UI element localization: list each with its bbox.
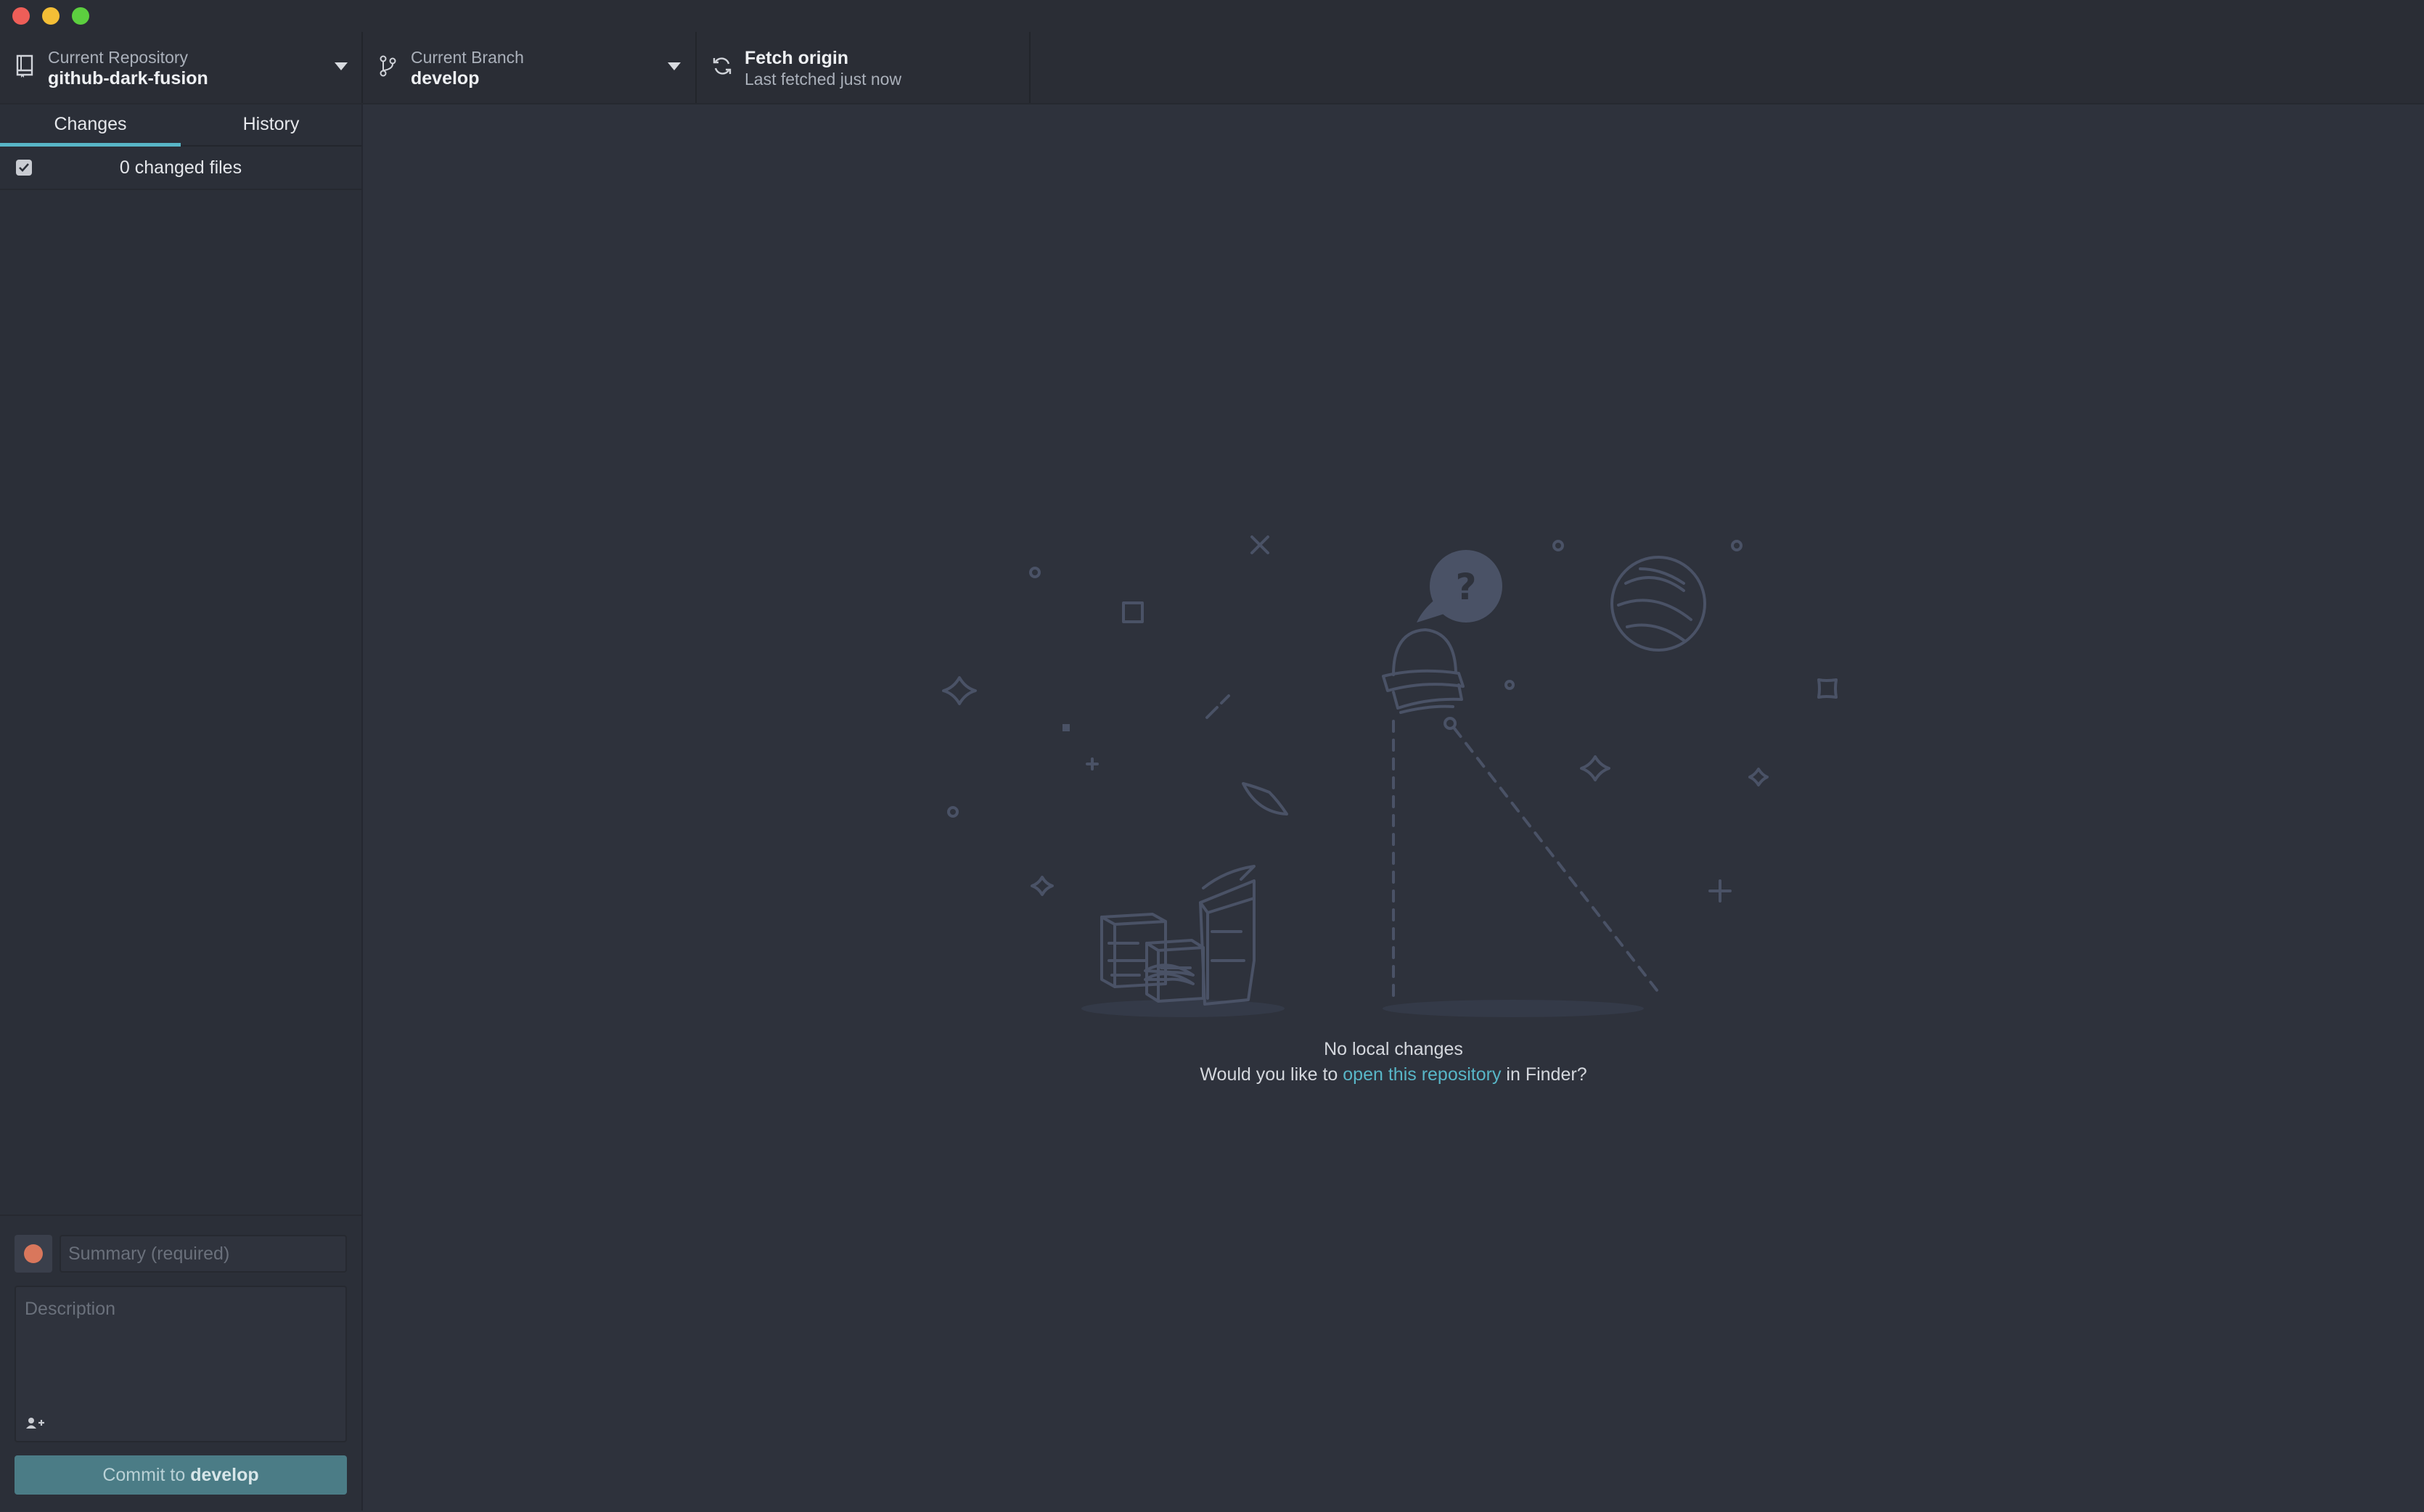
fetch-label: Fetch origin (745, 48, 849, 68)
maximize-window-button[interactable] (72, 7, 89, 25)
blank-state-title: No local changes (1324, 1039, 1463, 1059)
tab-history[interactable]: History (181, 104, 361, 145)
summary-input[interactable] (60, 1235, 347, 1273)
chevron-down-icon (668, 62, 681, 70)
minimize-window-button[interactable] (42, 7, 60, 25)
open-repository-link[interactable]: open this repository (1343, 1064, 1501, 1085)
commit-button[interactable]: Commit to develop (15, 1455, 347, 1495)
commit-form: Commit to develop (0, 1215, 361, 1512)
branch-label: Current Branch (411, 48, 524, 67)
sync-icon (713, 57, 732, 75)
blank-state-prompt: Would you like to open this repository i… (363, 1064, 2424, 1085)
commit-button-prefix: Commit to (102, 1465, 186, 1485)
changes-header: 0 changed files (0, 147, 361, 190)
blank-prompt-prefix: Would you like to (1200, 1064, 1338, 1085)
main-content: ? No local changes Would you like to ope… (363, 104, 2424, 1511)
repository-selector[interactable]: Current Repository github-dark-fusion (0, 32, 363, 103)
avatar-image (24, 1244, 43, 1263)
repository-name: github-dark-fusion (48, 68, 208, 89)
add-coauthor-icon[interactable] (25, 1416, 45, 1431)
changed-files-count: 0 changed files (119, 157, 242, 178)
description-field (15, 1286, 347, 1442)
branch-name: develop (411, 68, 480, 89)
commit-button-branch: develop (190, 1465, 259, 1485)
description-input[interactable] (16, 1287, 345, 1403)
svg-text:?: ? (1455, 566, 1476, 608)
fetch-origin-button[interactable]: Fetch origin Last fetched just now (697, 32, 1031, 103)
app-window: Current Repository github-dark-fusion Cu… (0, 0, 2424, 1511)
chevron-down-icon (335, 62, 348, 70)
repo-icon (16, 54, 33, 78)
fetch-status: Last fetched just now (745, 70, 902, 89)
tab-changes[interactable]: Changes (0, 104, 181, 145)
toolbar: Current Repository github-dark-fusion Cu… (0, 32, 2424, 104)
branch-icon (380, 55, 396, 77)
blank-prompt-suffix: in Finder? (1506, 1064, 1587, 1085)
title-bar (0, 0, 2424, 32)
sidebar: Changes History 0 changed files Summary … (0, 104, 363, 1511)
avatar[interactable] (15, 1235, 52, 1273)
repository-label: Current Repository (48, 48, 189, 67)
sidebar-tabs: Changes History (0, 104, 361, 147)
close-window-button[interactable] (12, 7, 30, 25)
branch-selector[interactable]: Current Branch develop (363, 32, 697, 103)
